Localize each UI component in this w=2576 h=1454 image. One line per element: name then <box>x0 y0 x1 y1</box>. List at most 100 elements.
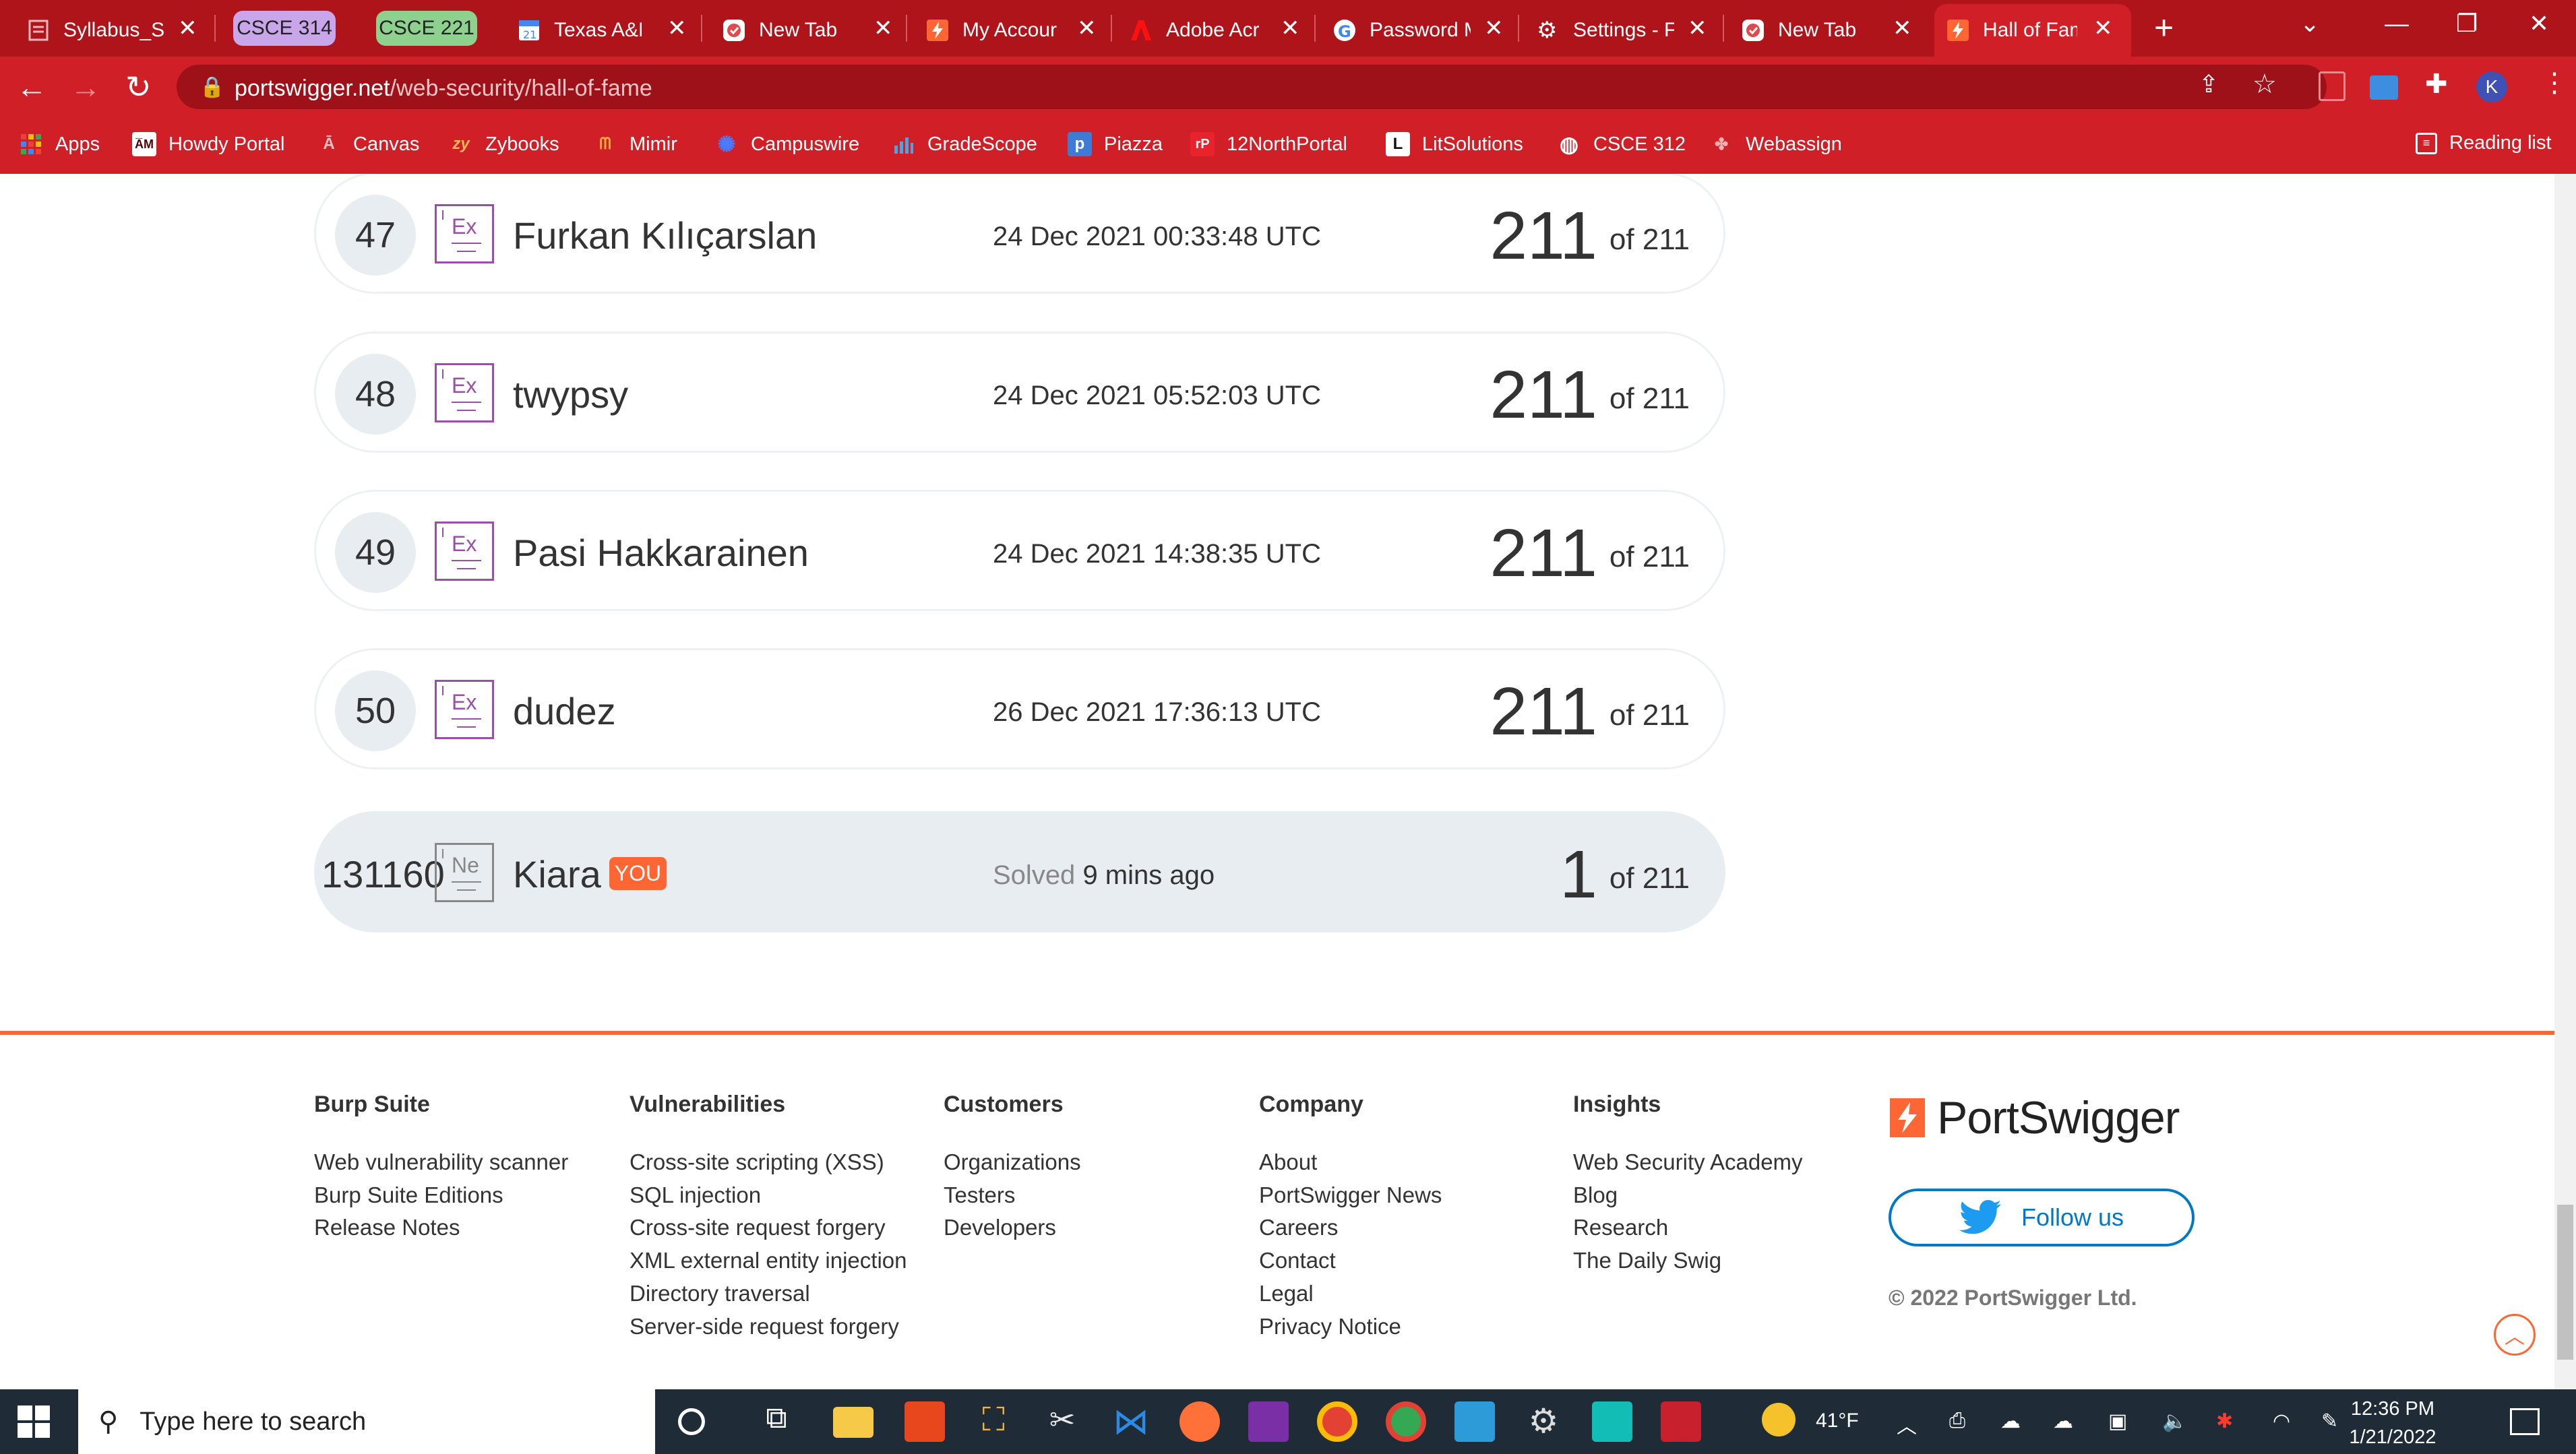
close-icon[interactable]: ✕ <box>1688 15 1707 42</box>
footer-link[interactable]: Burp Suite Editions <box>314 1179 568 1212</box>
volume-muted-icon[interactable]: 🔈 <box>2162 1410 2187 1433</box>
share-icon[interactable]: ⇪ <box>2199 70 2219 98</box>
tab-adobe[interactable]: Adobe Acr ✕ <box>1130 4 1306 57</box>
footer-link[interactable]: XML external entity injection <box>630 1244 907 1277</box>
close-icon[interactable]: ✕ <box>1077 15 1097 42</box>
back-to-top-button[interactable]: ︿ <box>2494 1314 2536 1356</box>
tab-password-manager[interactable]: G Password M ✕ <box>1333 4 1510 57</box>
puzzle-icon[interactable]: ✚ <box>2425 69 2448 100</box>
bookmark-12northportal[interactable]: rP 12NorthPortal <box>1190 132 1347 156</box>
onedrive-icon[interactable]: ☁ <box>2000 1410 2021 1433</box>
footer-link[interactable]: Legal <box>1259 1277 1442 1310</box>
vscode-icon[interactable]: ⋈ <box>1111 1401 1151 1442</box>
tab-new-tab[interactable]: New Tab ✕ <box>723 4 899 57</box>
close-icon[interactable]: ✕ <box>667 15 687 42</box>
bookmark-webassign[interactable]: ✤ Webassign <box>1709 132 1842 156</box>
wifi-icon[interactable]: ◠ <box>2273 1410 2290 1433</box>
bookmark-gradescope[interactable]: GradeScope <box>891 132 1037 156</box>
page-scrollbar[interactable] <box>2554 174 2576 1389</box>
forward-arrow-icon[interactable]: → <box>70 69 101 105</box>
tab-my-account[interactable]: My Accour ✕ <box>926 4 1103 57</box>
weather-sun-icon[interactable] <box>1762 1403 1796 1436</box>
task-view-icon[interactable]: ⧉ <box>756 1401 797 1442</box>
tab-new-tab-2[interactable]: New Tab ✕ <box>1742 4 1918 57</box>
security-icon[interactable]: ✱ <box>2216 1410 2233 1433</box>
footer-link[interactable]: Cross-site scripting (XSS) <box>630 1146 907 1179</box>
close-icon[interactable]: ✕ <box>1484 15 1504 42</box>
footer-link[interactable]: PortSwigger News <box>1259 1179 1442 1212</box>
chevron-up-icon[interactable]: ︿ <box>1897 1410 1917 1439</box>
close-icon[interactable]: ✕ <box>1893 15 1912 42</box>
bookmark-csce312[interactable]: ◍ CSCE 312 <box>1557 132 1686 156</box>
close-icon[interactable]: ✕ <box>873 15 893 42</box>
new-tab-button[interactable]: + <box>2154 8 2174 47</box>
scrollbar-thumb[interactable] <box>2557 1205 2573 1360</box>
windows-start-icon[interactable] <box>18 1405 50 1438</box>
footer-link[interactable]: About <box>1259 1146 1442 1179</box>
notification-icon[interactable] <box>2510 1408 2540 1435</box>
weather-temperature[interactable]: 41°F <box>1816 1410 1859 1432</box>
burp-suite-icon[interactable] <box>1592 1401 1632 1442</box>
onenote-icon[interactable] <box>1248 1401 1289 1442</box>
more-menu-icon[interactable]: ⋮ <box>2541 67 2568 98</box>
bookmark-canvas[interactable]: Ā Canvas <box>317 132 419 156</box>
display-icon[interactable]: ▣ <box>2108 1410 2127 1433</box>
footer-link[interactable]: SQL injection <box>630 1179 907 1212</box>
bookmark-zybooks[interactable]: zy Zybooks <box>449 132 559 156</box>
bookmark-piazza[interactable]: p Piazza <box>1068 132 1163 156</box>
follow-us-button[interactable]: Follow us <box>1889 1189 2195 1246</box>
bookmark-apps[interactable]: Apps <box>19 132 100 156</box>
footer-link[interactable]: Privacy Notice <box>1259 1310 1442 1344</box>
portswigger-logo[interactable]: PortSwigger <box>1890 1092 2180 1144</box>
footer-link[interactable]: Web Security Academy <box>1573 1146 1803 1179</box>
reading-list[interactable]: ≡ Reading list <box>2416 132 2552 154</box>
footer-link[interactable]: Careers <box>1259 1211 1442 1244</box>
office-icon[interactable] <box>904 1401 945 1442</box>
footer-link[interactable]: Server-side request forgery <box>630 1310 907 1344</box>
close-icon[interactable]: ✕ <box>178 15 197 42</box>
footer-link[interactable]: Directory traversal <box>630 1277 907 1310</box>
avatar[interactable]: K <box>2476 71 2507 102</box>
footer-link[interactable]: Contact <box>1259 1244 1442 1277</box>
firefox-icon[interactable] <box>1179 1401 1220 1442</box>
system-clock[interactable]: 12:36 PM 1/21/2022 <box>2345 1395 2440 1451</box>
minimize-icon[interactable]: — <box>2385 9 2409 38</box>
chrome-icon[interactable] <box>1317 1401 1357 1442</box>
cloud-sync-icon[interactable]: ☁ <box>2053 1410 2073 1433</box>
footer-link[interactable]: Organizations <box>944 1146 1081 1179</box>
footer-link[interactable]: Web vulnerability scanner <box>314 1146 568 1179</box>
back-arrow-icon[interactable]: ← <box>16 69 47 105</box>
file-explorer-icon[interactable] <box>833 1407 873 1438</box>
pen-icon[interactable]: ✎ <box>2321 1410 2338 1433</box>
chrome-profile-icon[interactable] <box>1386 1401 1426 1442</box>
gear-icon[interactable]: ⚙ <box>1523 1401 1564 1442</box>
close-icon[interactable]: ✕ <box>1281 15 1300 42</box>
bookmark-campuswire[interactable]: ✺ Campuswire <box>714 132 860 156</box>
footer-link[interactable]: Developers <box>944 1211 1081 1244</box>
footer-link[interactable]: Cross-site request forgery <box>630 1211 907 1244</box>
photos-icon[interactable] <box>1454 1401 1495 1442</box>
cortana-icon[interactable] <box>678 1408 705 1435</box>
star-icon[interactable]: ☆ <box>2252 69 2277 100</box>
footer-link[interactable]: The Daily Swig <box>1573 1244 1803 1277</box>
footer-link[interactable]: Research <box>1573 1211 1803 1244</box>
network-app-icon[interactable]: ⛶ <box>973 1401 1014 1442</box>
chevron-down-icon[interactable]: ⌄ <box>2300 9 2320 38</box>
footer-link[interactable]: Testers <box>944 1179 1081 1212</box>
meet-now-icon[interactable]: ⎙ <box>1949 1410 1965 1432</box>
bookmark-icon[interactable] <box>2319 71 2345 101</box>
bookmark-mimir[interactable]: ᗰ Mimir <box>593 132 677 156</box>
address-bar[interactable]: 🔒 portswigger.net/web-security/hall-of-f… <box>177 65 2327 109</box>
reload-icon[interactable]: ↻ <box>125 69 152 105</box>
close-window-icon[interactable]: ✕ <box>2529 9 2549 38</box>
tab-syllabus[interactable]: Syllabus_S ✕ <box>27 4 209 57</box>
bookmark-litsolutions[interactable]: L LitSolutions <box>1386 132 1523 156</box>
tab-hall-of-fame[interactable]: Hall of Fam ✕ <box>1934 4 2131 57</box>
mcafee-icon[interactable] <box>1661 1401 1701 1442</box>
close-icon[interactable]: ✕ <box>2093 15 2113 42</box>
footer-link[interactable]: Release Notes <box>314 1211 568 1244</box>
footer-link[interactable]: Blog <box>1573 1179 1803 1212</box>
bookmark-howdy-portal[interactable]: A̅M Howdy Portal <box>132 132 284 156</box>
tab-group-csce221[interactable]: CSCE 221 <box>376 11 477 46</box>
snipping-tool-icon[interactable]: ✂ <box>1042 1401 1082 1442</box>
